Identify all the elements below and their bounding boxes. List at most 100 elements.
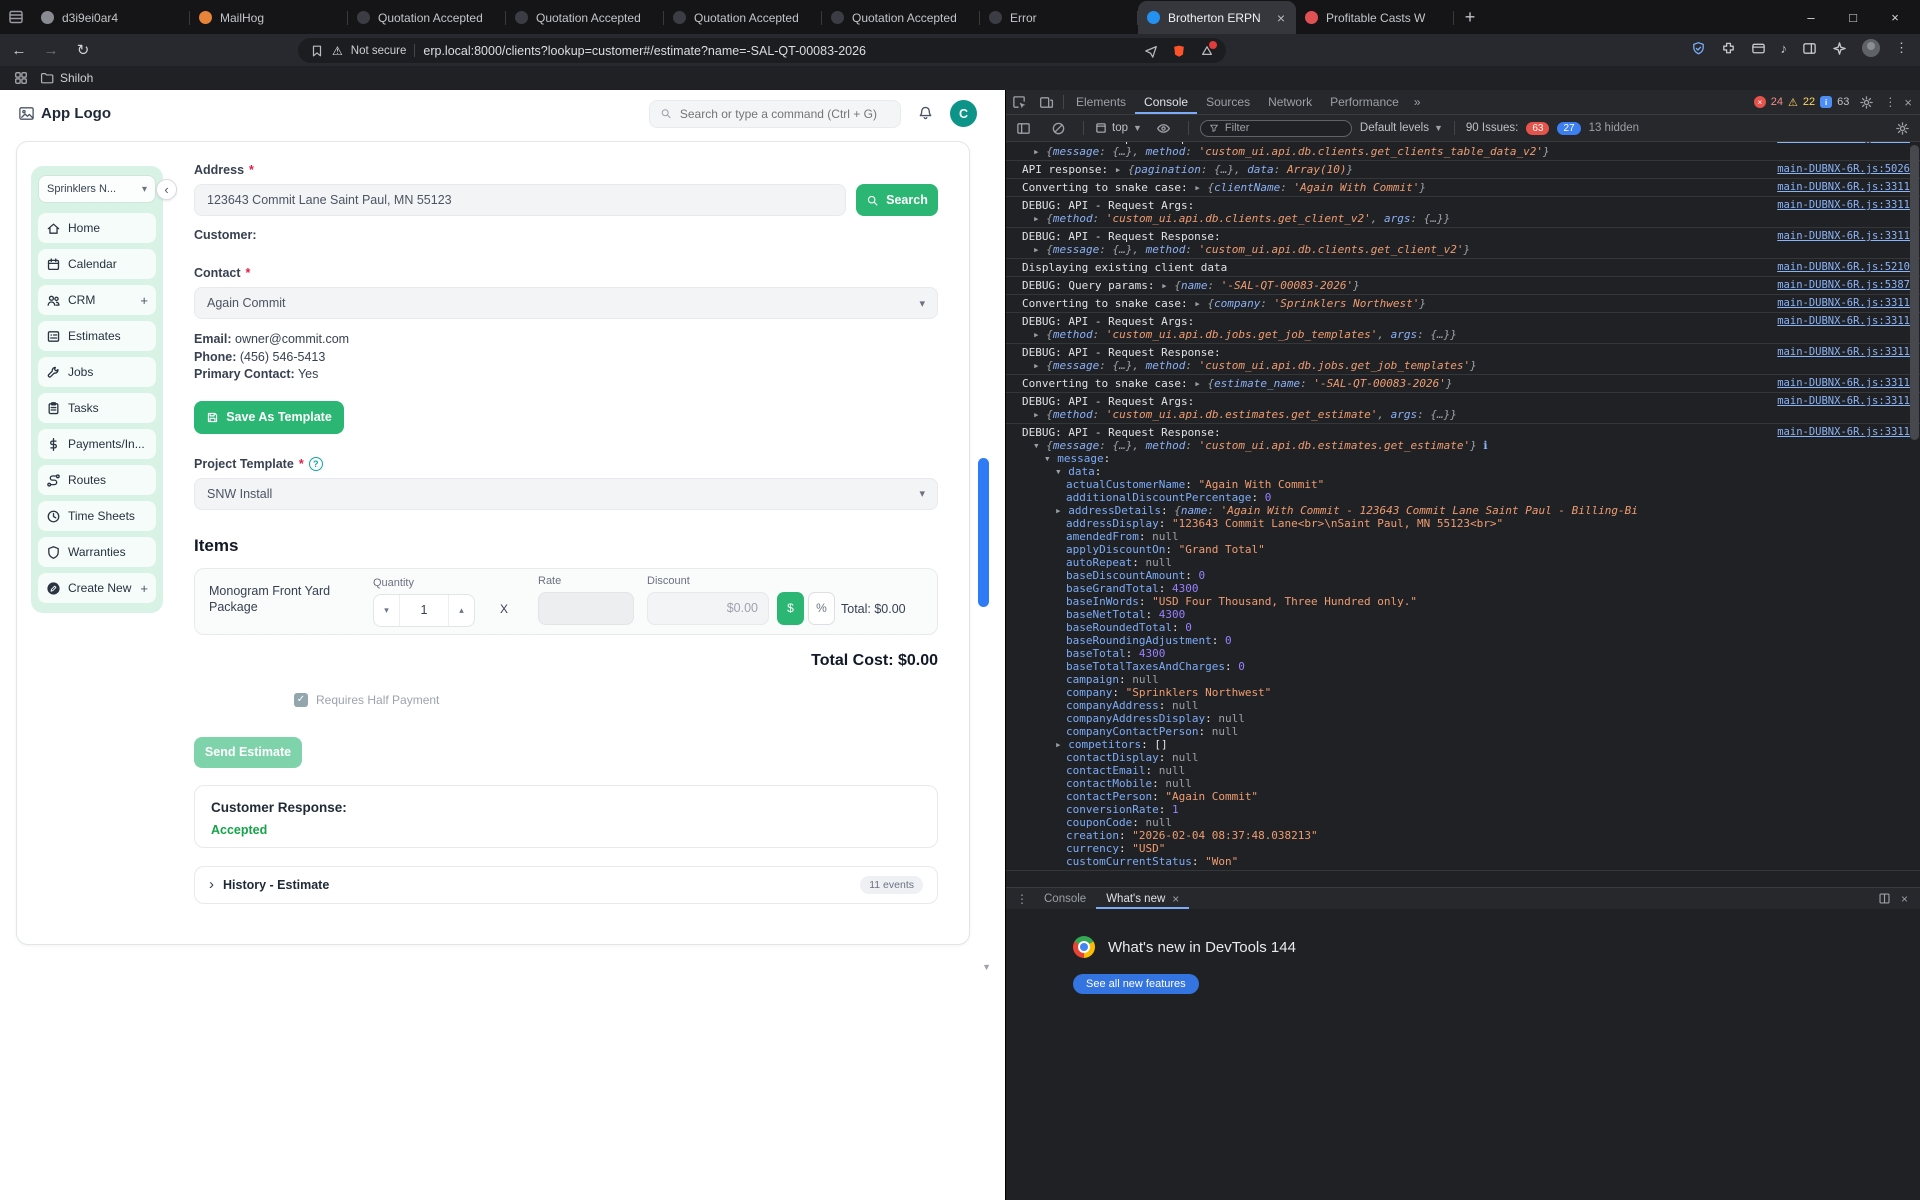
quantity-stepper[interactable]: ▾ ▴: [373, 593, 475, 627]
source-link[interactable]: main-DUBNX-6R.js:3311: [1777, 315, 1910, 327]
expand-caret-icon[interactable]: ▸: [1115, 163, 1128, 176]
log-levels-select[interactable]: Default levels ▼: [1360, 122, 1443, 134]
contact-select[interactable]: Again Commit ▾: [194, 287, 938, 319]
company-select[interactable]: Sprinklers N... ▾: [38, 175, 156, 203]
browser-tab[interactable]: Quotation Accepted: [348, 1, 506, 34]
source-link[interactable]: main-DUBNX-6R.js:5210: [1777, 261, 1910, 273]
security-label[interactable]: Not secure: [351, 45, 407, 57]
address-input[interactable]: [207, 193, 833, 207]
console-settings-icon[interactable]: [1895, 121, 1910, 136]
browser-tab[interactable]: Profitable Casts W: [1296, 1, 1454, 34]
browser-tab[interactable]: Quotation Accepted: [822, 1, 980, 34]
half-payment-checkbox[interactable]: ✓: [294, 692, 308, 707]
eye-icon[interactable]: [1156, 121, 1171, 136]
apps-grid-icon[interactable]: [14, 71, 28, 85]
sidebar-item-tasks[interactable]: Tasks: [38, 393, 156, 423]
minimize-button[interactable]: –: [1790, 1, 1832, 33]
inspect-icon[interactable]: [1012, 95, 1027, 110]
brave-rewards-icon[interactable]: [1200, 40, 1217, 58]
issues-label[interactable]: 90 Issues:: [1466, 122, 1518, 134]
wallet-card-icon[interactable]: [1751, 41, 1766, 56]
chevron-right-icon[interactable]: ›: [209, 876, 214, 893]
devtools-menu-icon[interactable]: ⋮: [1884, 95, 1896, 109]
address-search-button[interactable]: Search: [856, 184, 938, 216]
project-template-select[interactable]: SNW Install ▾: [194, 477, 938, 510]
expand-caret-icon[interactable]: ▸: [1055, 504, 1068, 517]
quantity-input[interactable]: [400, 594, 448, 626]
source-link[interactable]: main-DUBNX-6R.js:3311: [1777, 346, 1910, 358]
send-icon[interactable]: [1144, 44, 1158, 58]
quantity-decrease-button[interactable]: ▾: [374, 594, 400, 626]
see-all-features-button[interactable]: See all new features: [1073, 974, 1199, 994]
expand-caret-icon[interactable]: ▸: [1033, 408, 1046, 421]
sidebar-item-time-sheets[interactable]: Time Sheets: [38, 501, 156, 531]
tab-close-icon[interactable]: ×: [1275, 10, 1287, 26]
expand-caret-icon[interactable]: ▸: [1033, 328, 1046, 341]
expand-caret-icon[interactable]: ▸: [1055, 738, 1068, 751]
browser-tab[interactable]: d3i9ei0ar4: [32, 1, 190, 34]
source-link[interactable]: main-DUBNX-6R.js:3311: [1777, 377, 1910, 389]
maximize-button[interactable]: □: [1832, 1, 1874, 33]
discount-dollar-button[interactable]: $: [777, 591, 804, 625]
drawer-tab-console[interactable]: Console: [1034, 888, 1096, 909]
console-scrollbar-thumb[interactable]: [1910, 145, 1919, 440]
more-tabs-icon[interactable]: »: [1408, 95, 1427, 109]
help-icon[interactable]: ?: [308, 456, 323, 471]
profile-avatar[interactable]: [1862, 39, 1880, 57]
plus-icon[interactable]: +: [140, 293, 148, 308]
source-link[interactable]: main-DUBNX-6R.js:3311: [1777, 181, 1910, 193]
discount-percent-button[interactable]: %: [808, 591, 835, 625]
sidebar-item-routes[interactable]: Routes: [38, 465, 156, 495]
url-text[interactable]: erp.local:8000/clients?lookup=customer#/…: [423, 44, 1128, 58]
browser-tab[interactable]: Quotation Accepted: [664, 1, 822, 34]
search-input[interactable]: [679, 106, 890, 121]
expand-caret-icon[interactable]: ▸: [1194, 377, 1207, 390]
sidebar-item-payments-in[interactable]: Payments/In...: [38, 429, 156, 459]
media-note-icon[interactable]: ♪: [1781, 41, 1788, 56]
send-estimate-button[interactable]: Send Estimate: [194, 736, 302, 768]
customize-sparkle-icon[interactable]: [1832, 41, 1847, 56]
discount-input[interactable]: $0.00: [647, 591, 769, 625]
vertical-tabs-icon[interactable]: [8, 9, 24, 25]
sidebar-collapse-button[interactable]: ‹: [156, 179, 177, 200]
history-section[interactable]: › History - Estimate 11 events: [194, 865, 938, 904]
devtools-close-icon[interactable]: ×: [1904, 95, 1912, 110]
scrollbar-down-arrow[interactable]: ▼: [982, 962, 991, 972]
source-link[interactable]: main-DUBNX-6R.js:3311: [1777, 199, 1910, 211]
dock-panel-icon[interactable]: [1878, 892, 1891, 905]
expand-caret-icon[interactable]: ▸: [1033, 359, 1046, 372]
sidebar-item-jobs[interactable]: Jobs: [38, 357, 156, 387]
source-link[interactable]: main-DUBNX-6R.js:3311: [1777, 426, 1910, 438]
forward-button[interactable]: →: [38, 37, 64, 63]
expand-caret-icon[interactable]: ▸: [1194, 297, 1207, 310]
settings-gear-icon[interactable]: [1859, 95, 1874, 110]
browser-tab[interactable]: Quotation Accepted: [506, 1, 664, 34]
drawer-close-icon[interactable]: ×: [1901, 892, 1908, 906]
new-tab-button[interactable]: +: [1456, 3, 1484, 31]
sync-shield-icon[interactable]: [1691, 41, 1706, 56]
quantity-increase-button[interactable]: ▴: [448, 594, 474, 626]
bookmark-folder[interactable]: Shiloh: [40, 71, 93, 85]
device-toolbar-icon[interactable]: [1039, 95, 1054, 110]
console-sidebar-icon[interactable]: [1016, 121, 1031, 136]
sidebar-item-warranties[interactable]: Warranties: [38, 537, 156, 567]
plus-icon[interactable]: +: [140, 581, 148, 596]
source-link[interactable]: main-DUBNX-6R.js:3311: [1777, 142, 1910, 144]
sidebar-toggle-icon[interactable]: [1802, 41, 1817, 56]
clear-console-icon[interactable]: [1051, 121, 1066, 136]
console-counts[interactable]: × 24 ⚠ 22 i 63: [1753, 96, 1854, 109]
browser-tab[interactable]: Brotherton ERPN ×: [1138, 1, 1296, 34]
expand-caret-icon[interactable]: ▾: [1044, 452, 1057, 465]
command-search[interactable]: [649, 99, 901, 128]
source-link[interactable]: main-DUBNX-6R.js:5387: [1777, 279, 1910, 291]
back-button[interactable]: ←: [6, 37, 32, 63]
console-filter[interactable]: Filter: [1199, 119, 1352, 137]
close-window-button[interactable]: ×: [1874, 1, 1916, 33]
page-scrollbar-thumb[interactable]: [978, 458, 989, 607]
expand-caret-icon[interactable]: ▸: [1033, 243, 1046, 256]
drawer-tab-what-s-new[interactable]: What's new ×: [1096, 888, 1189, 909]
drawer-menu-icon[interactable]: ⋮: [1016, 892, 1028, 906]
devtools-tab-network[interactable]: Network: [1259, 90, 1321, 114]
expand-caret-icon[interactable]: ▾: [1055, 465, 1068, 478]
bookmark-icon[interactable]: [310, 44, 324, 58]
